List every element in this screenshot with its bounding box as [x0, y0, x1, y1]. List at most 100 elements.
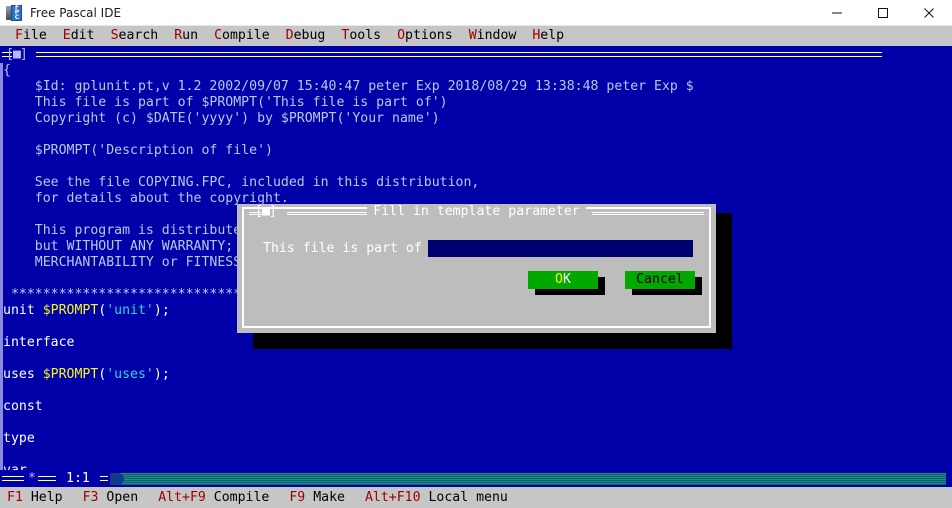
cancel-button-wrap: Cancel — [625, 271, 702, 295]
hint-key: Alt+F10 — [364, 490, 421, 505]
menu-label: ebug — [293, 28, 326, 43]
hint-key: F9 — [289, 490, 306, 505]
code-span-punct: ); — [153, 303, 170, 318]
menu-hotkey: E — [62, 28, 71, 43]
hint-label: Make — [305, 490, 345, 505]
code-line: { — [3, 63, 949, 79]
close-icon[interactable] — [906, 0, 952, 26]
menu-hotkey: D — [285, 28, 294, 43]
menu-hotkey: O — [397, 28, 406, 43]
horizontal-scrollbar[interactable] — [110, 473, 946, 485]
menu-item-search[interactable]: Search — [103, 26, 167, 46]
code-span-cmt: { — [3, 63, 11, 78]
code-span-kw: uses — [3, 367, 43, 382]
editor-window-number-and-zoom[interactable]: 1=[▲▼]= — [836, 46, 948, 63]
menu-label: elp — [540, 28, 565, 43]
code-line: type — [3, 431, 949, 447]
cancel-button-label: Cancel — [636, 272, 684, 287]
editor-title-bar: [■] noname01.pas 1=[▲▼]= — [0, 46, 952, 63]
menu-label: ompile — [222, 28, 270, 43]
code-line: $Id: gplunit.pt,v 1.2 2002/09/07 15:40:4… — [3, 79, 949, 95]
menu-item-debug[interactable]: Debug — [278, 26, 334, 46]
code-span-kw: var — [3, 463, 27, 470]
menu-item-run[interactable]: Run — [166, 26, 206, 46]
code-span-mac: $PROMPT — [42, 367, 99, 382]
app-title: Free Pascal IDE — [30, 5, 122, 20]
hint-local-menu[interactable]: Alt+F10 Local menu — [365, 487, 508, 508]
hint-label: Local menu — [420, 490, 508, 505]
menu-hotkey: C — [214, 28, 223, 43]
menu-hotkey: R — [174, 28, 183, 43]
hint-label: Help — [22, 490, 63, 505]
code-span-kw: const — [3, 399, 43, 414]
menu-label: un — [182, 28, 199, 43]
menu-hotkey: S — [110, 28, 119, 43]
menu-item-file[interactable]: File — [7, 26, 55, 46]
code-line: var — [3, 463, 949, 470]
modified-marker: * — [28, 471, 36, 486]
menu-item-edit[interactable]: Edit — [55, 26, 103, 46]
hint-key: F3 — [82, 490, 99, 505]
code-span-kw: interface — [3, 335, 75, 350]
menu-label: indow — [476, 28, 517, 43]
hint-label: Open — [98, 490, 139, 505]
menu-label: ptions — [405, 28, 453, 43]
hint-make[interactable]: F9 Make — [289, 487, 345, 508]
ok-button-wrap: OK — [528, 271, 605, 295]
menu-item-tools[interactable]: Tools — [333, 26, 389, 46]
code-span-str: 'uses' — [106, 367, 154, 382]
dialog-frame — [242, 207, 711, 328]
code-span-cmt: $Id: gplunit.pt,v 1.2 2002/09/07 15:40:4… — [3, 79, 694, 94]
code-line: const — [3, 399, 949, 415]
code-span-cmt: Copyright (c) $DATE('yyyy') by $PROMPT('… — [3, 111, 440, 126]
ok-button-hotkey: O — [555, 272, 563, 287]
template-parameter-input[interactable] — [428, 240, 693, 257]
code-line: uses $PROMPT('uses'); — [3, 367, 949, 383]
code-line: See the file COPYING.FPC, included in th… — [3, 175, 949, 191]
minimize-icon[interactable] — [814, 0, 860, 26]
function-key-hint-bar: F1 Help F3 Open Alt+F9 Compile F9 Make Alt+F… — [0, 487, 952, 508]
menu-label: ools — [349, 28, 382, 43]
menu-item-help[interactable]: Help — [524, 26, 572, 46]
code-span-cmt: See the file COPYING.FPC, included in th… — [3, 175, 480, 190]
menu-item-window[interactable]: Window — [461, 26, 525, 46]
ok-button[interactable]: OK — [528, 271, 598, 289]
hint-open[interactable]: F3 Open — [83, 487, 139, 508]
code-span-cmt: $PROMPT('Description of file') — [3, 143, 273, 158]
ok-button-label: K — [563, 272, 571, 287]
dialog-prompt-label: This file is part of — [263, 241, 422, 256]
code-span-punct: ); — [153, 367, 170, 382]
dialog-title-bar: [■] Fill in template parameter — [237, 204, 716, 220]
hint-help[interactable]: F1 Help — [7, 487, 63, 508]
maximize-icon[interactable] — [860, 0, 906, 26]
code-span-kw: type — [3, 431, 35, 446]
cancel-button[interactable]: Cancel — [625, 271, 695, 289]
hint-key: Alt+F9 — [158, 490, 206, 505]
fill-template-parameter-dialog: [■] Fill in template parameter This file… — [237, 204, 716, 333]
code-span-str: 'unit' — [106, 303, 154, 318]
code-span-mac: $PROMPT — [42, 303, 99, 318]
hint-label: Compile — [205, 490, 270, 505]
code-line: Copyright (c) $DATE('yyyy') by $PROMPT('… — [3, 111, 949, 127]
menu-hotkey: W — [468, 28, 477, 43]
os-title-bar: FPC Free Pascal IDE — [0, 0, 952, 26]
fpc-logo-icon: FPC — [6, 4, 22, 21]
code-line: $PROMPT('Description of file') — [3, 143, 949, 159]
menu-label: ile — [22, 28, 47, 43]
scrollbar-thumb[interactable] — [110, 473, 124, 485]
menu-bar: File Edit Search Run Compile Debug Tools Option… — [0, 26, 952, 46]
menu-item-compile[interactable]: Compile — [206, 26, 278, 46]
code-line: This file is part of $PROMPT('This file … — [3, 95, 949, 111]
editor-status-border: * 1:1 — [0, 470, 952, 487]
free-pascal-ide-window: FPC Free Pascal IDE File Edit Search Run Com… — [0, 0, 952, 508]
hint-compile[interactable]: Alt+F9 Compile — [158, 487, 269, 508]
code-span-cmt: This file is part of $PROMPT('This file … — [3, 95, 448, 110]
menu-item-options[interactable]: Options — [389, 26, 461, 46]
code-span-kw: unit — [3, 303, 43, 318]
